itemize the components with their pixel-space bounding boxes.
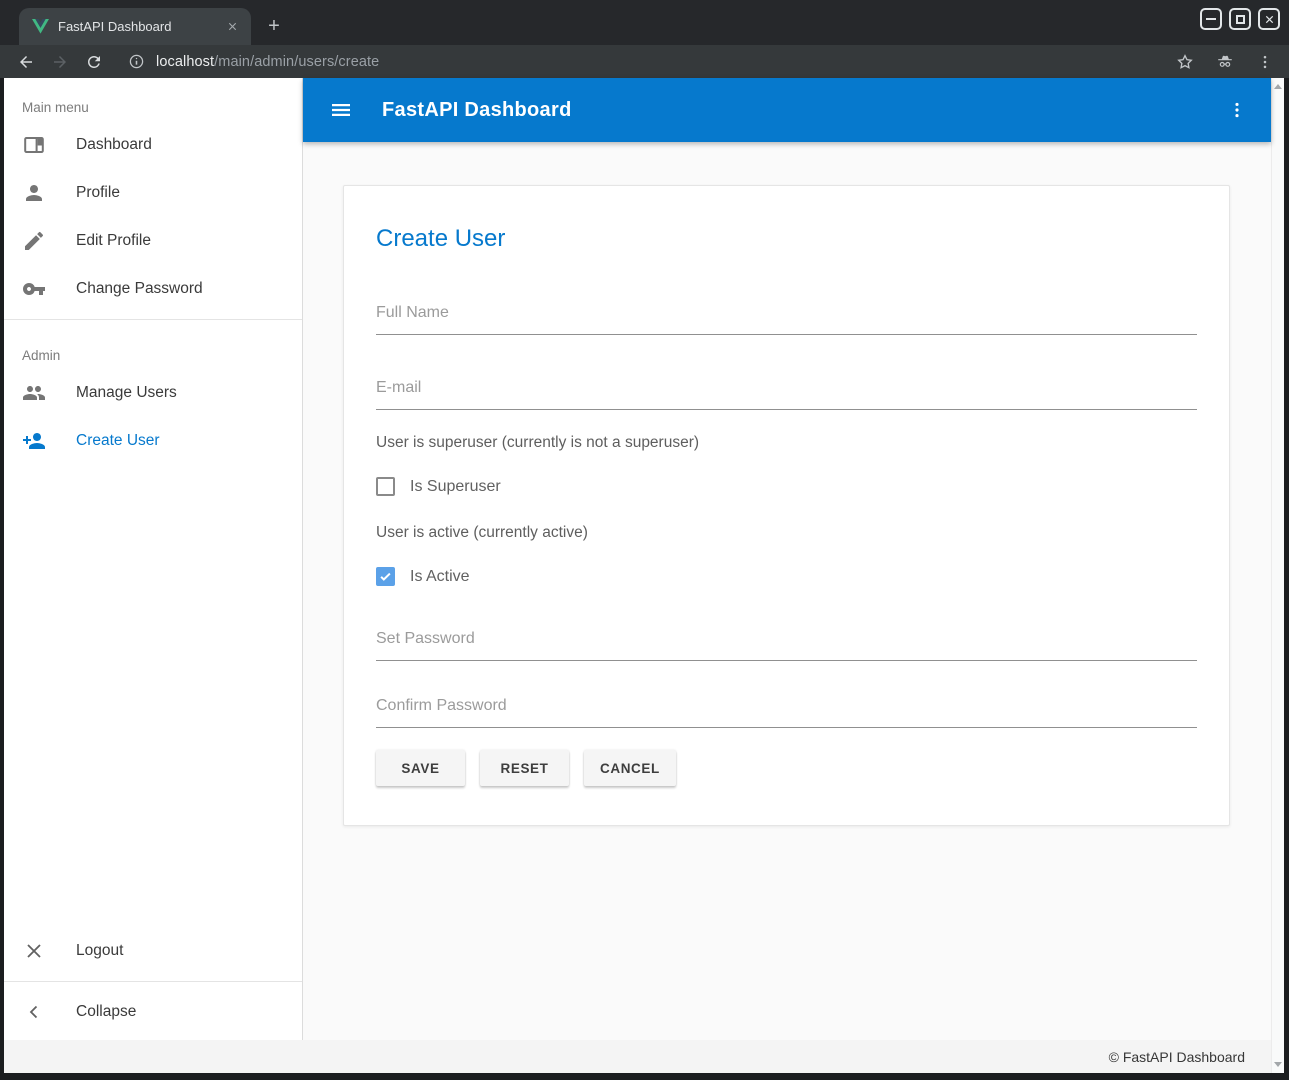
pencil-icon bbox=[22, 229, 46, 253]
url-path: /main/admin/users/create bbox=[214, 54, 379, 70]
person-add-icon bbox=[22, 429, 46, 453]
appbar-menu-button[interactable] bbox=[1225, 98, 1249, 122]
address-bar[interactable]: localhost/main/admin/users/create bbox=[128, 53, 1163, 70]
tab-bar: FastAPI Dashboard + bbox=[0, 0, 1289, 45]
save-button[interactable]: SAVE bbox=[376, 750, 465, 786]
sidebar-divider bbox=[4, 319, 302, 320]
forward-button[interactable] bbox=[48, 50, 72, 74]
copyright-text: © FastAPI Dashboard bbox=[1109, 1049, 1245, 1065]
hamburger-menu-button[interactable] bbox=[329, 98, 353, 122]
superuser-checkbox[interactable] bbox=[376, 477, 395, 496]
scroll-down-icon[interactable] bbox=[1274, 1062, 1282, 1067]
vue-logo-icon bbox=[32, 19, 49, 34]
page-info-icon[interactable] bbox=[128, 53, 145, 70]
confirm-password-field bbox=[376, 697, 1197, 728]
sidebar-item-logout[interactable]: Logout bbox=[4, 927, 302, 975]
create-user-card: Create User User is superuser (currently… bbox=[343, 185, 1230, 826]
set-password-input[interactable] bbox=[376, 630, 1197, 648]
sidebar-item-change-password[interactable]: Change Password bbox=[4, 265, 302, 313]
window-controls bbox=[1200, 8, 1280, 30]
sidebar-item-label: Logout bbox=[76, 942, 123, 960]
browser-window: FastAPI Dashboard + bbox=[0, 0, 1289, 1080]
sidebar-item-label: Create User bbox=[76, 432, 160, 450]
sidebar-bottom: Logout Collapse bbox=[4, 927, 302, 1040]
key-icon bbox=[22, 277, 46, 301]
page-footer: © FastAPI Dashboard bbox=[4, 1040, 1271, 1073]
browser-menu-button[interactable] bbox=[1255, 52, 1275, 72]
people-icon bbox=[22, 381, 46, 405]
close-window-button[interactable] bbox=[1258, 8, 1280, 30]
sidebar-item-dashboard[interactable]: Dashboard bbox=[4, 121, 302, 169]
sidebar-item-create-user[interactable]: Create User bbox=[4, 417, 302, 465]
sidebar-item-label: Dashboard bbox=[76, 136, 152, 154]
reload-button[interactable] bbox=[82, 50, 106, 74]
sidebar-item-label: Collapse bbox=[76, 1003, 136, 1021]
sidebar-section-admin: Admin bbox=[4, 326, 302, 369]
sidebar-item-manage-users[interactable]: Manage Users bbox=[4, 369, 302, 417]
tab-close-button[interactable] bbox=[223, 18, 241, 36]
sidebar-divider bbox=[4, 981, 302, 982]
back-button[interactable] bbox=[14, 50, 38, 74]
superuser-hint: User is superuser (currently is not a su… bbox=[376, 434, 1197, 451]
active-hint: User is active (currently active) bbox=[376, 524, 1197, 541]
chevron-left-icon bbox=[22, 1000, 46, 1024]
scroll-up-icon[interactable] bbox=[1274, 84, 1282, 89]
full-name-field bbox=[376, 304, 1197, 335]
person-icon bbox=[22, 181, 46, 205]
sidebar-item-edit-profile[interactable]: Edit Profile bbox=[4, 217, 302, 265]
page-title: Create User bbox=[376, 226, 1197, 252]
sidebar-item-label: Profile bbox=[76, 184, 120, 202]
email-input[interactable] bbox=[376, 379, 1197, 397]
confirm-password-input[interactable] bbox=[376, 697, 1197, 715]
close-icon bbox=[22, 939, 46, 963]
active-checkbox-label: Is Active bbox=[410, 568, 470, 586]
sidebar-item-profile[interactable]: Profile bbox=[4, 169, 302, 217]
new-tab-button[interactable]: + bbox=[260, 12, 288, 40]
sidebar: Main menu Dashboard bbox=[4, 78, 303, 1040]
page-body: Create User User is superuser (currently… bbox=[303, 142, 1271, 1040]
sidebar-item-label: Change Password bbox=[76, 280, 203, 298]
toolbar-actions bbox=[1175, 52, 1275, 72]
main-area: FastAPI Dashboard Create User bbox=[303, 78, 1271, 1040]
email-field bbox=[376, 379, 1197, 410]
active-checkbox-row: Is Active bbox=[376, 567, 1197, 586]
sidebar-item-collapse[interactable]: Collapse bbox=[4, 988, 302, 1036]
incognito-icon bbox=[1215, 52, 1235, 72]
tab-title: FastAPI Dashboard bbox=[58, 19, 223, 34]
url-text: localhost/main/admin/users/create bbox=[156, 54, 379, 70]
maximize-button[interactable] bbox=[1229, 8, 1251, 30]
full-name-input[interactable] bbox=[376, 304, 1197, 322]
bookmark-star-icon[interactable] bbox=[1175, 52, 1195, 72]
superuser-checkbox-label: Is Superuser bbox=[410, 478, 501, 496]
dashboard-icon bbox=[22, 133, 46, 157]
scrollbar[interactable] bbox=[1271, 78, 1284, 1073]
sidebar-section-main-menu: Main menu bbox=[4, 78, 302, 121]
app-bar: FastAPI Dashboard bbox=[303, 78, 1271, 142]
cancel-button[interactable]: CANCEL bbox=[584, 750, 676, 786]
reset-button[interactable]: RESET bbox=[480, 750, 569, 786]
appbar-title: FastAPI Dashboard bbox=[382, 99, 572, 122]
page-viewport: Main menu Dashboard bbox=[4, 78, 1284, 1073]
set-password-field bbox=[376, 630, 1197, 661]
sidebar-item-label: Edit Profile bbox=[76, 232, 151, 250]
active-checkbox[interactable] bbox=[376, 567, 395, 586]
url-host: localhost bbox=[156, 54, 214, 70]
sidebar-item-label: Manage Users bbox=[76, 384, 177, 402]
form-actions: SAVE RESET CANCEL bbox=[376, 750, 1197, 786]
minimize-button[interactable] bbox=[1200, 8, 1222, 30]
superuser-checkbox-row: Is Superuser bbox=[376, 477, 1197, 496]
address-toolbar: localhost/main/admin/users/create bbox=[0, 45, 1289, 78]
browser-tab[interactable]: FastAPI Dashboard bbox=[19, 8, 251, 45]
